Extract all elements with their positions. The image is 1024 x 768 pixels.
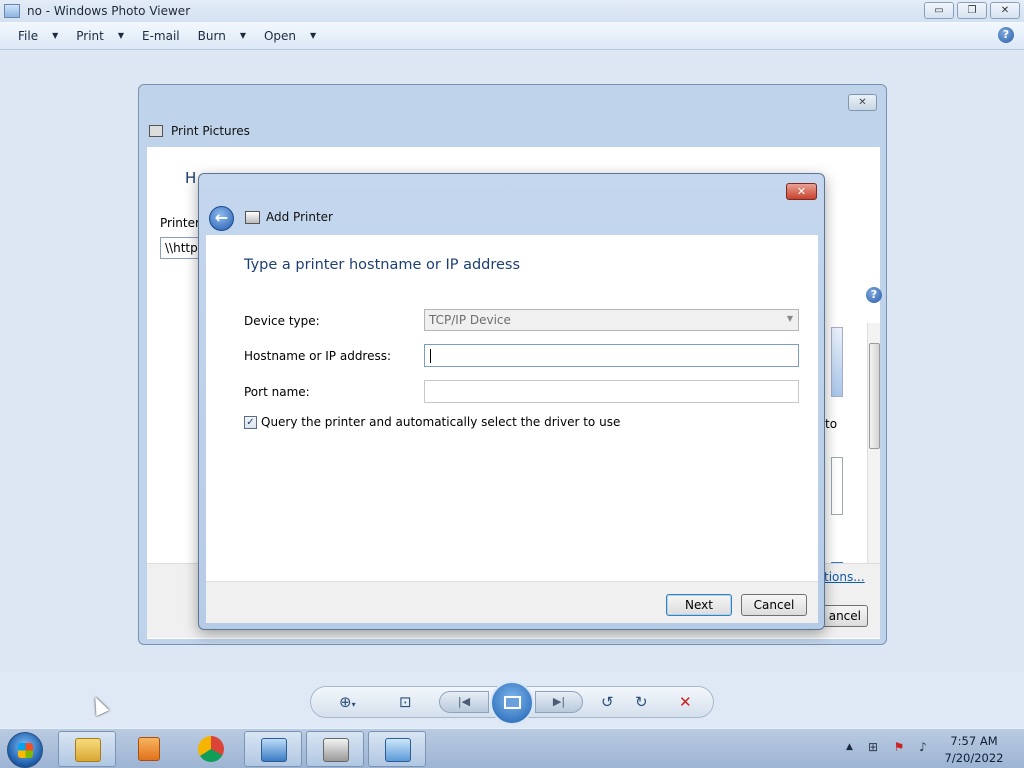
taskbar-media-player[interactable] — [120, 731, 178, 767]
photo-viewer-icon — [261, 738, 287, 762]
photo-viewer-titlebar: no - Windows Photo Viewer ▭ ❐ ✕ — [0, 0, 1024, 22]
printer-icon — [149, 125, 163, 137]
clock-date: 7/20/2022 — [944, 751, 1004, 765]
window-close-button[interactable]: ✕ — [990, 2, 1020, 19]
chevron-down-icon: ▼ — [117, 31, 125, 40]
add-printer-footer: Next Cancel — [206, 581, 818, 623]
hostname-input[interactable] — [424, 344, 799, 367]
menu-email-label: E-mail — [142, 28, 180, 43]
windows-logo-icon — [18, 743, 33, 758]
previous-icon: |◀ — [457, 695, 471, 708]
show-hidden-icons-button[interactable]: ▲ — [846, 742, 853, 752]
volume-icon[interactable]: ♪ — [916, 740, 930, 754]
menu-open-label: Open — [263, 28, 297, 43]
port-name-label: Port name: — [244, 385, 310, 399]
hostname-label: Hostname or IP address: — [244, 349, 392, 363]
zoom-icon[interactable]: ⊕▾ — [339, 693, 356, 711]
menu-burn[interactable]: Burn ▼ — [198, 29, 246, 43]
slideshow-button[interactable] — [490, 681, 534, 725]
menu-open[interactable]: Open ▼ — [264, 29, 316, 43]
chevron-down-icon: ▼ — [239, 31, 246, 40]
mouse-cursor-icon — [88, 693, 110, 717]
next-icon: ▶| — [552, 695, 566, 708]
next-button[interactable]: Next — [666, 594, 732, 616]
start-button[interactable] — [7, 732, 43, 768]
options-link[interactable]: tions... — [824, 570, 865, 584]
network-icon[interactable]: ⊞ — [866, 740, 880, 754]
action-center-icon[interactable]: ⚑ — [892, 740, 906, 754]
page-heading: Type a printer hostname or IP address — [244, 257, 521, 273]
viewer-control-bar: ⊕▾ ⊡ |◀ ▶| ↺ ↻ ✕ — [310, 681, 714, 725]
taskbar-chrome[interactable] — [182, 731, 240, 767]
port-name-input[interactable] — [424, 380, 799, 403]
add-printer-title: Add Printer — [266, 210, 333, 224]
menu-print-label: Print — [76, 28, 104, 43]
help-icon[interactable]: ? — [998, 27, 1014, 43]
layout-caption: to — [825, 417, 838, 431]
fit-to-window-icon[interactable]: ⊡ — [399, 693, 412, 711]
previous-button[interactable]: |◀ — [439, 691, 489, 713]
window-title: no - Windows Photo Viewer — [27, 4, 191, 18]
slideshow-icon — [504, 696, 521, 709]
layout-thumbnail[interactable] — [831, 457, 843, 515]
menu-file-label: File — [18, 28, 39, 43]
taskbar-printer[interactable] — [306, 731, 364, 767]
device-type-value: TCP/IP Device — [429, 313, 511, 327]
add-printer-body: Type a printer hostname or IP address De… — [206, 235, 818, 581]
folder-icon — [75, 738, 101, 762]
chevron-down-icon: ▼ — [786, 314, 793, 323]
rotate-clockwise-icon[interactable]: ↻ — [635, 693, 648, 711]
menu-print[interactable]: Print ▼ — [76, 29, 124, 43]
rotate-counterclockwise-icon[interactable]: ↺ — [601, 693, 614, 711]
photo-viewer-app-icon — [4, 4, 20, 18]
taskbar-file-explorer[interactable] — [58, 731, 116, 767]
back-arrow-icon[interactable]: ← — [209, 206, 234, 231]
layout-thumbnail[interactable] — [831, 327, 843, 397]
control-panel-icon — [385, 738, 411, 762]
query-printer-option[interactable]: ✓ Query the printer and automatically se… — [244, 415, 620, 429]
print-pictures-title: Print Pictures — [171, 124, 250, 138]
chrome-icon — [198, 736, 224, 762]
minimize-button[interactable]: ▭ — [924, 2, 954, 19]
clock[interactable]: 7:57 AM 7/20/2022 — [934, 733, 1014, 767]
taskbar-control-panel[interactable] — [368, 731, 426, 767]
menu-file[interactable]: File ▼ — [18, 29, 58, 43]
chevron-down-icon: ▼ — [52, 31, 59, 40]
query-printer-checkbox[interactable]: ✓ — [244, 415, 257, 429]
photo-viewer-menubar: File ▼ Print ▼ E-mail Burn ▼ Open ▼ ? — [0, 22, 1024, 50]
scrollbar-thumb[interactable] — [869, 343, 880, 449]
restore-button[interactable]: ❐ — [957, 2, 987, 19]
menu-burn-label: Burn — [197, 28, 226, 43]
add-printer-close-button[interactable]: ✕ — [786, 183, 817, 200]
cancel-button[interactable]: Cancel — [741, 594, 807, 616]
print-pictures-close-button[interactable]: ✕ — [848, 94, 877, 111]
help-icon[interactable]: ? — [866, 287, 882, 303]
query-printer-label: Query the printer and automatically sele… — [261, 415, 621, 429]
taskbar-photo-viewer[interactable] — [244, 731, 302, 767]
print-pictures-header: Print Pictures — [147, 116, 880, 146]
next-button[interactable]: ▶| — [535, 691, 583, 713]
printer-icon — [323, 738, 349, 762]
text-cursor — [430, 349, 431, 363]
device-type-label: Device type: — [244, 314, 320, 328]
printer-icon — [245, 211, 260, 224]
add-printer-dialog: ✕ ← Add Printer Type a printer hostname … — [198, 173, 825, 630]
media-player-icon — [138, 737, 160, 761]
clock-time: 7:57 AM — [950, 734, 998, 748]
menu-email[interactable]: E-mail — [142, 29, 180, 43]
chevron-down-icon: ▼ — [310, 31, 317, 40]
device-type-select[interactable]: TCP/IP Device ▼ — [424, 309, 799, 331]
print-pictures-heading: H — [185, 169, 197, 187]
delete-icon[interactable]: ✕ — [679, 693, 692, 711]
